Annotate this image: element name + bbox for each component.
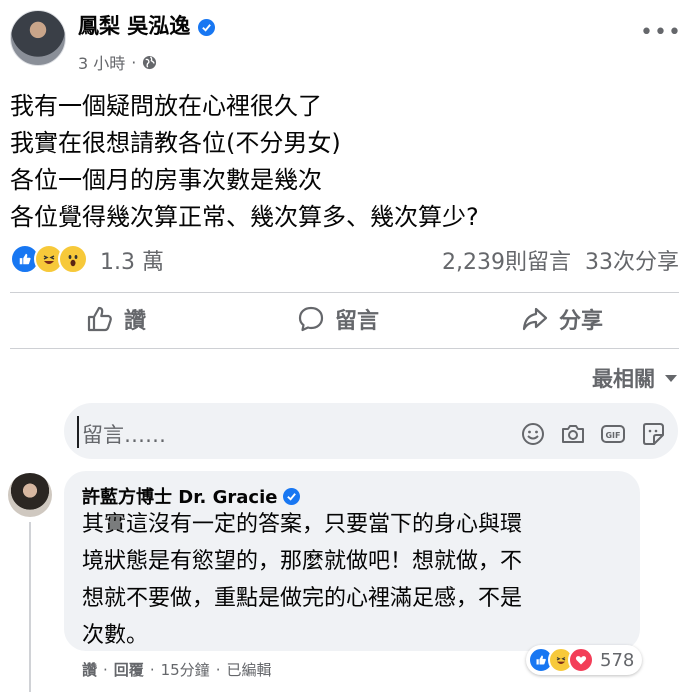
comment-input-placeholder: 留言…… [82, 423, 166, 447]
reaction-icons[interactable] [10, 244, 88, 274]
post-time[interactable]: 3 小時 [78, 50, 125, 74]
post-line: 各位一個月的房事次數是幾次 [10, 166, 322, 194]
comment-reactions[interactable]: 578 [526, 645, 643, 675]
like-button[interactable]: 讚 [86, 303, 146, 335]
commenter-avatar[interactable] [8, 473, 52, 517]
love-reaction-icon [568, 647, 594, 673]
engagement-counts: 2,239則留言 33次分享 [442, 244, 679, 276]
post-line: 各位覺得幾次算正常、幾次算多、幾次算少? [10, 203, 479, 231]
reaction-count[interactable]: 1.3 萬 [100, 244, 164, 276]
sort-label: 最相關 [592, 367, 655, 391]
share-button[interactable]: 分享 [521, 303, 603, 335]
post-author-name[interactable]: 鳳梨 吳泓逸 [78, 14, 190, 38]
emoji-icon[interactable] [519, 420, 547, 448]
footer-separator: · [103, 660, 108, 679]
comment-line: 其實這沒有一定的答案，只要當下的身心與環 [82, 512, 523, 537]
comment-edited: 已編輯 [226, 661, 272, 679]
comment-text: 其實這沒有一定的答案，只要當下的身心與環 境狀態是有慾望的，那麼就做吧！想就做，… [82, 506, 522, 654]
share-label: 分享 [559, 309, 604, 334]
comment-line: 想就不要做，重點是做完的心裡滿足感，不是 [82, 586, 523, 611]
divider [10, 292, 679, 293]
comment-bubble-icon [298, 306, 324, 332]
text-cursor [77, 416, 79, 448]
post-line: 我有一個疑問放在心裡很久了 [10, 92, 322, 120]
comment-like-link[interactable]: 讚 [82, 659, 97, 680]
more-options-icon[interactable]: ••• [640, 20, 682, 45]
share-count[interactable]: 33次分享 [585, 244, 679, 276]
thumbs-up-icon [87, 306, 112, 332]
comment-line: 境狀態是有慾望的，那麼就做吧！想就做，不 [82, 549, 523, 574]
post-meta: 3 小時 · [78, 50, 157, 74]
gif-icon[interactable]: GIF [599, 420, 627, 448]
globe-icon [143, 55, 157, 69]
verified-badge-icon [197, 18, 215, 36]
post-author[interactable]: 鳳梨 吳泓逸 [78, 10, 215, 40]
sticker-icon[interactable] [639, 420, 667, 448]
author-avatar[interactable] [10, 10, 66, 66]
comment-sort-dropdown[interactable]: 最相關 [592, 363, 677, 393]
verified-badge-icon [283, 487, 301, 505]
footer-separator: · [215, 660, 221, 679]
comment-time[interactable]: 15分鐘 [161, 659, 210, 680]
comment-button[interactable]: 留言 [297, 303, 379, 335]
comment-reply-link[interactable]: 回覆 [114, 659, 144, 680]
comment-input-tools: GIF [519, 420, 667, 448]
camera-icon[interactable] [559, 420, 587, 448]
like-label: 讚 [124, 309, 147, 334]
comment-reaction-count: 578 [600, 649, 635, 671]
comment-line: 次數。 [82, 623, 149, 648]
comment-label: 留言 [335, 309, 380, 334]
footer-separator: · [149, 660, 155, 679]
post-line: 我實在很想請教各位(不分男女) [10, 129, 341, 157]
wow-reaction-icon [58, 244, 88, 274]
divider [10, 348, 679, 349]
svg-text:GIF: GIF [605, 431, 620, 440]
comment-footer: 讚 · 回覆 · 15分鐘 · 已編輯 [82, 659, 271, 680]
meta-separator: · [131, 52, 137, 72]
caret-down-icon [665, 374, 677, 382]
thread-line [29, 522, 31, 692]
share-arrow-icon [522, 307, 548, 331]
post-text: 我有一個疑問放在心裡很久了 我實在很想請教各位(不分男女) 各位一個月的房事次數… [10, 88, 479, 236]
comment-count[interactable]: 2,239則留言 [442, 244, 571, 276]
